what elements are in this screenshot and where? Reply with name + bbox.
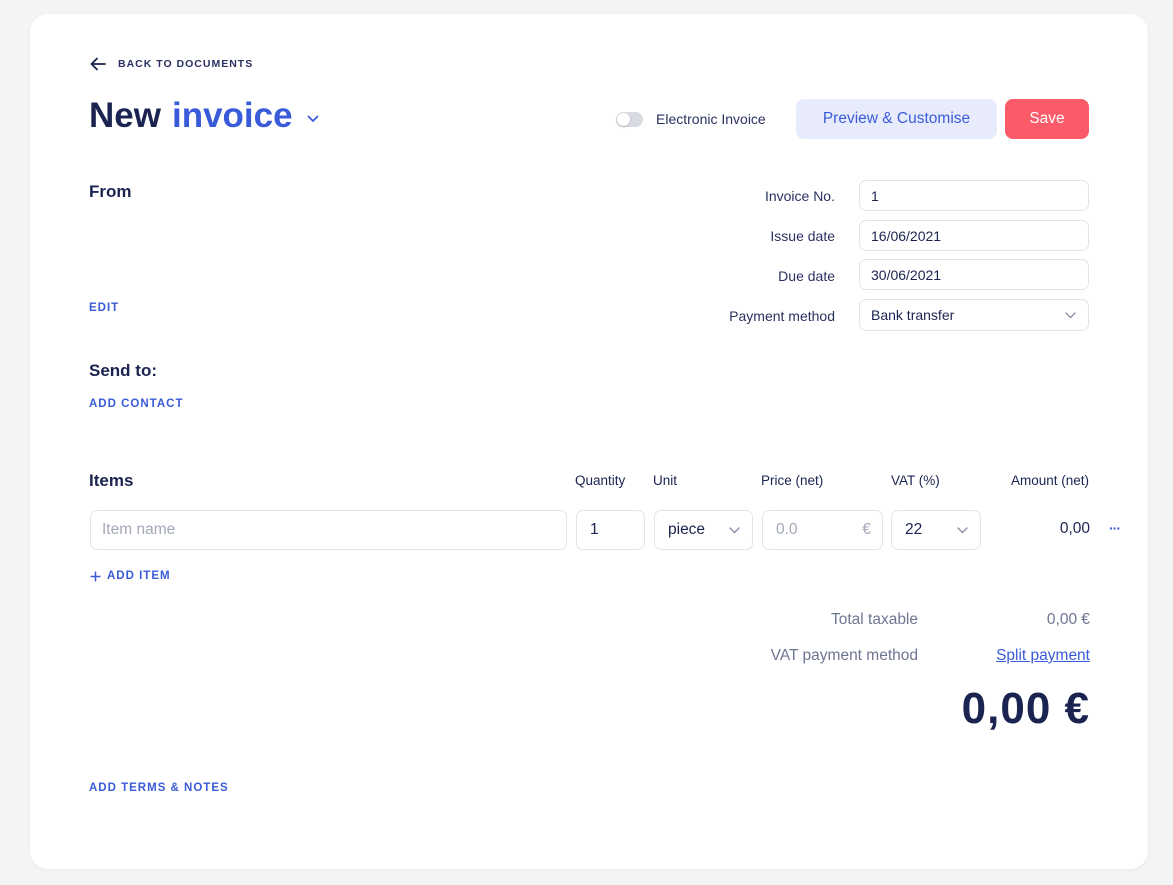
euro-icon: € <box>862 521 871 538</box>
due-date-label: Due date <box>778 268 835 284</box>
more-options-icon[interactable]: ··· <box>1109 520 1121 536</box>
quantity-column-header: Quantity <box>575 473 626 488</box>
invoice-no-value: 1 <box>871 187 879 204</box>
save-button[interactable]: Save <box>1005 99 1089 139</box>
add-item-link[interactable]: ADD ITEM <box>90 570 171 582</box>
total-taxable-value: 0,00 € <box>1046 611 1090 628</box>
document-type-selector[interactable]: New invoice <box>89 96 319 136</box>
electronic-invoice-label: Electronic Invoice <box>656 111 766 127</box>
issue-date-field[interactable]: 16/06/2021 <box>859 220 1089 251</box>
quantity-input[interactable]: 1 <box>576 510 645 550</box>
price-input[interactable]: 0.0 € <box>762 510 883 550</box>
electronic-invoice-toggle[interactable]: Electronic Invoice <box>616 111 766 127</box>
send-to-heading: Send to: <box>89 361 157 380</box>
page-title-prefix: New <box>89 96 161 135</box>
from-heading: From <box>89 182 132 201</box>
add-terms-notes-link[interactable]: ADD TERMS & NOTES <box>89 782 229 794</box>
item-name-placeholder: Item name <box>102 521 176 538</box>
add-item-label: ADD ITEM <box>107 570 171 582</box>
price-column-header: Price (net) <box>761 473 824 488</box>
issue-date-label: Issue date <box>770 228 835 244</box>
page-title-doc-type: invoice <box>171 96 293 135</box>
invoice-no-field[interactable]: 1 <box>859 180 1089 211</box>
quantity-value: 1 <box>590 521 599 538</box>
due-date-field[interactable]: 30/06/2021 <box>859 259 1089 290</box>
unit-value: piece <box>668 521 706 538</box>
back-to-documents-link[interactable]: BACK TO DOCUMENTS <box>90 57 253 71</box>
split-payment-link[interactable]: Split payment <box>960 647 1090 665</box>
amount-column-header: Amount (net) <box>1010 473 1089 488</box>
chevron-down-icon <box>957 527 968 534</box>
vat-value: 22 <box>905 521 923 538</box>
vat-payment-method-label: VAT payment method <box>770 647 918 664</box>
add-contact-link[interactable]: ADD CONTACT <box>89 398 183 410</box>
chevron-down-icon <box>307 115 318 122</box>
items-heading: Items <box>89 471 134 490</box>
vat-select[interactable]: 22 <box>891 510 981 550</box>
arrow-left-icon <box>90 57 106 71</box>
issue-date-value: 16/06/2021 <box>871 227 942 244</box>
invoice-no-label: Invoice No. <box>764 188 835 204</box>
back-label: BACK TO DOCUMENTS <box>118 58 254 70</box>
preview-customise-button[interactable]: Preview & Customise <box>796 99 997 139</box>
vat-column-header: VAT (%) <box>891 473 940 488</box>
payment-method-label: Payment method <box>729 308 835 324</box>
grand-total: 0,00 € <box>961 684 1090 733</box>
item-amount: 0,00 <box>1059 520 1090 537</box>
payment-method-select[interactable]: Bank transfer <box>859 299 1089 331</box>
total-taxable-label: Total taxable <box>830 611 918 628</box>
edit-from-link[interactable]: EDIT <box>89 302 119 314</box>
price-placeholder: 0.0 <box>776 521 798 538</box>
chevron-down-icon <box>729 527 740 534</box>
unit-select[interactable]: piece <box>654 510 753 550</box>
unit-column-header: Unit <box>653 473 678 488</box>
toggle-switch[interactable] <box>616 111 643 127</box>
payment-method-value: Bank transfer <box>871 307 955 323</box>
item-name-input[interactable]: Item name <box>90 510 567 550</box>
invoice-card: BACK TO DOCUMENTS New invoice Electronic… <box>30 14 1148 869</box>
due-date-value: 30/06/2021 <box>871 266 942 283</box>
plus-icon <box>90 571 101 581</box>
chevron-down-icon <box>1065 312 1076 319</box>
